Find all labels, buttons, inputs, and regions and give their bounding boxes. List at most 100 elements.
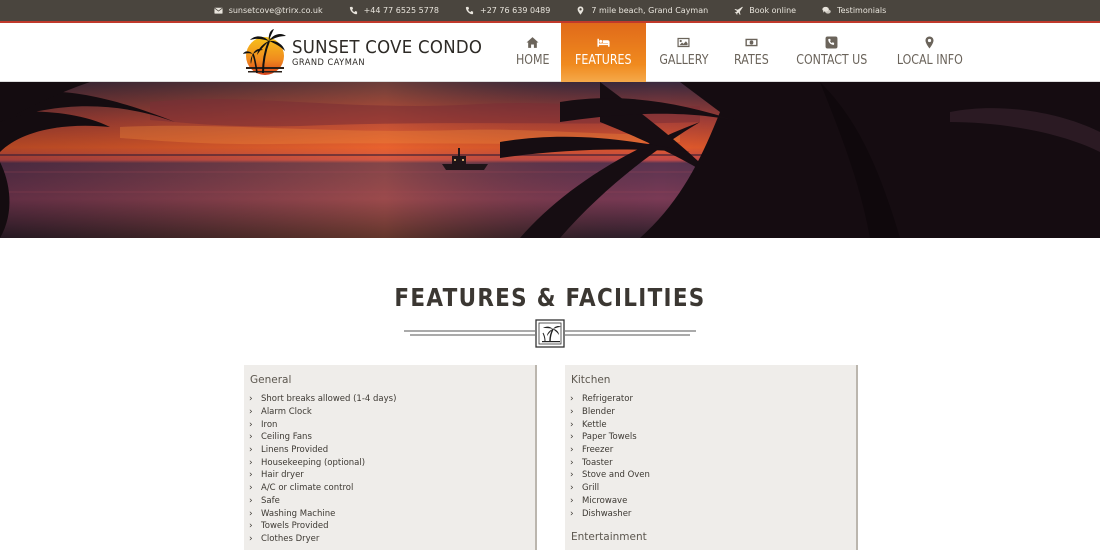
feature-label: Alarm Clock xyxy=(261,407,312,418)
list-item: › Grill xyxy=(570,482,650,495)
nav-contact-label: CONTACT US xyxy=(795,53,867,68)
nav-rates[interactable]: RATES xyxy=(722,23,781,82)
chevron-right-icon: › xyxy=(249,521,253,532)
feature-label: Iron xyxy=(261,419,278,430)
location-text: 7 mile beach, Grand Cayman xyxy=(591,6,709,15)
envelope-icon xyxy=(214,7,223,14)
chevron-right-icon: › xyxy=(570,483,574,494)
general-features-list: › Short breaks allowed (1-4 days) › Alarm … xyxy=(249,393,396,545)
phone-square-icon xyxy=(825,36,838,49)
chevron-right-icon: › xyxy=(249,533,253,544)
nav-contact[interactable]: CONTACT US xyxy=(781,23,883,82)
nav-home-label: HOME xyxy=(515,53,550,68)
list-item: › Refrigerator xyxy=(570,393,650,406)
home-icon xyxy=(526,37,539,48)
topbar-phone-za[interactable]: +27 76 639 0489 xyxy=(465,6,550,15)
chevron-right-icon: › xyxy=(249,394,253,405)
site-logo[interactable]: SUNSET COVE CONDO GRAND CAYMAN xyxy=(243,29,499,77)
topbar-location[interactable]: 7 mile beach, Grand Cayman xyxy=(576,6,708,15)
top-info-bar: sunsetcove@trirx.co.uk +44 77 6525 5778 … xyxy=(0,0,1100,21)
chevron-right-icon: › xyxy=(570,394,574,405)
nav-gallery[interactable]: GALLERY xyxy=(646,23,722,82)
feature-label: Refrigerator xyxy=(582,394,633,405)
chevron-right-icon: › xyxy=(249,445,253,456)
money-icon xyxy=(745,38,758,47)
book-online-text: Book online xyxy=(749,6,797,15)
feature-label: Grill xyxy=(582,483,600,494)
list-item: › Alarm Clock xyxy=(249,406,396,419)
kitchen-features-panel: Kitchen › Refrigerator › Blender › Kettle ›… xyxy=(565,365,858,550)
chevron-right-icon: › xyxy=(570,432,574,443)
feature-label: Dishwasher xyxy=(582,508,632,519)
general-features-panel: General › Short breaks allowed (1-4 days)… xyxy=(244,365,537,550)
entertainment-section-title: Entertainment xyxy=(571,531,647,543)
nav-local-info-label: LOCAL INFO xyxy=(896,53,963,68)
nav-home[interactable]: HOME xyxy=(504,23,561,82)
site-header: SUNSET COVE CONDO GRAND CAYMAN HOME FEAT… xyxy=(0,21,1100,82)
phone-za-text: +27 76 639 0489 xyxy=(480,6,551,15)
feature-label: Paper Towels xyxy=(582,432,637,443)
comments-icon xyxy=(822,6,831,14)
email-text: sunsetcove@trirx.co.uk xyxy=(228,6,323,15)
list-item: › Dishwasher xyxy=(570,507,650,520)
map-marker-icon xyxy=(925,36,934,49)
feature-label: Hair dryer xyxy=(261,470,304,481)
testimonials-text: Testimonials xyxy=(837,6,887,15)
chevron-right-icon: › xyxy=(570,457,574,468)
bed-icon xyxy=(597,38,610,47)
topbar-email[interactable]: sunsetcove@trirx.co.uk xyxy=(214,6,323,15)
chevron-right-icon: › xyxy=(249,419,253,430)
feature-label: Housekeeping (optional) xyxy=(261,457,366,468)
feature-label: Short breaks allowed (1-4 days) xyxy=(261,394,397,405)
map-marker-icon xyxy=(577,6,584,15)
feature-label: Clothes Dryer xyxy=(261,533,320,544)
list-item: › Ceiling Fans xyxy=(249,431,396,444)
nav-local-info[interactable]: LOCAL INFO xyxy=(882,23,978,82)
list-item: › Blender xyxy=(570,406,650,419)
feature-label: Linens Provided xyxy=(261,445,329,456)
nav-rates-label: RATES xyxy=(733,53,769,68)
chevron-right-icon: › xyxy=(570,470,574,481)
list-item: › Washing Machine xyxy=(249,507,396,520)
kitchen-features-list: › Refrigerator › Blender › Kettle › Paper To… xyxy=(570,393,650,520)
heading-divider xyxy=(404,319,696,349)
list-item: › Hair dryer xyxy=(249,469,396,482)
feature-label: Toaster xyxy=(582,457,613,468)
list-item: › Kettle xyxy=(570,418,650,431)
phone-icon xyxy=(349,6,357,15)
feature-label: Kettle xyxy=(582,419,607,430)
general-panel-title: General xyxy=(250,374,292,386)
feature-label: Washing Machine xyxy=(261,508,336,519)
list-item: › Paper Towels xyxy=(570,431,650,444)
hero-sunset-banner xyxy=(0,82,1100,238)
phone-uk-text: +44 77 6525 5778 xyxy=(363,6,439,15)
chevron-right-icon: › xyxy=(570,445,574,456)
feature-label: Blender xyxy=(582,407,615,418)
topbar-book-online[interactable]: Book online xyxy=(734,6,796,15)
feature-label: Ceiling Fans xyxy=(261,432,312,443)
image-icon xyxy=(677,37,690,48)
kitchen-panel-title: Kitchen xyxy=(571,374,611,386)
main-nav: HOME FEATURES GALLERY RATES CONTACT US L… xyxy=(504,23,978,82)
list-item: › Linens Provided xyxy=(249,444,396,457)
feature-label: Stove and Oven xyxy=(582,470,650,481)
chevron-right-icon: › xyxy=(249,457,253,468)
palm-sunset-logo-icon xyxy=(243,29,288,77)
list-item: › Safe xyxy=(249,495,396,508)
list-item: › Iron xyxy=(249,418,396,431)
chevron-right-icon: › xyxy=(249,432,253,443)
feature-label: Towels Provided xyxy=(261,521,329,532)
chevron-right-icon: › xyxy=(249,508,253,519)
chevron-right-icon: › xyxy=(249,407,253,418)
phone-icon xyxy=(465,6,474,15)
plane-icon xyxy=(734,6,744,15)
list-item: › A/C or climate control xyxy=(249,482,396,495)
chevron-right-icon: › xyxy=(249,483,253,494)
feature-label: Freezer xyxy=(582,445,614,456)
chevron-right-icon: › xyxy=(249,495,253,506)
list-item: › Stove and Oven xyxy=(570,469,650,482)
topbar-testimonials[interactable]: Testimonials xyxy=(822,6,886,15)
feature-label: Safe xyxy=(261,495,280,506)
topbar-phone-uk[interactable]: +44 77 6525 5778 xyxy=(349,6,439,15)
nav-features[interactable]: FEATURES xyxy=(561,23,646,82)
